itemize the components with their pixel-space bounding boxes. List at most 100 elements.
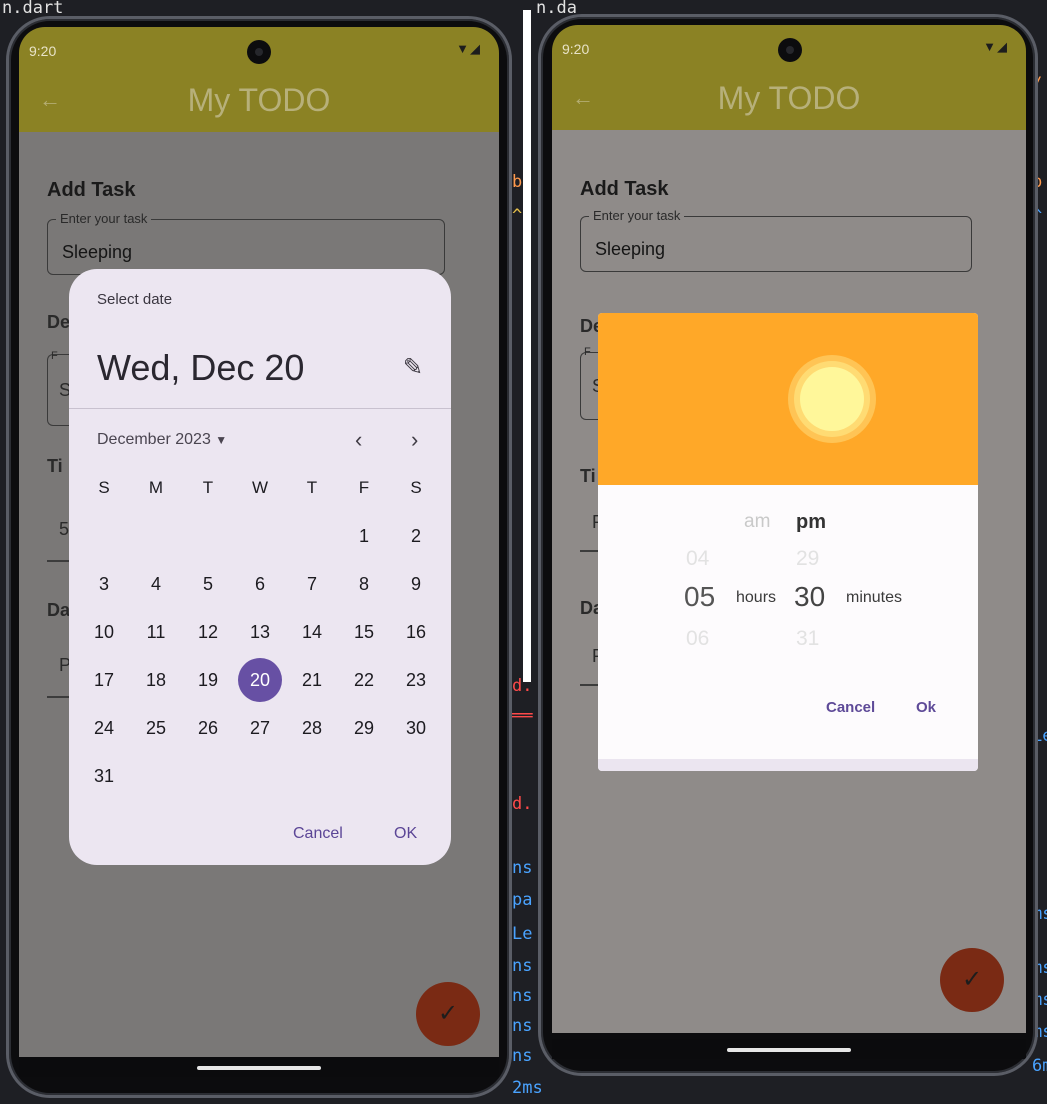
code-fragment: ══ xyxy=(512,706,533,726)
edit-pencil-icon[interactable]: ✎ xyxy=(403,353,423,382)
calendar-day[interactable]: 6 xyxy=(234,560,286,608)
time-cancel-button[interactable]: Cancel xyxy=(826,699,875,716)
time-ok-button[interactable]: Ok xyxy=(916,699,936,716)
calendar-day[interactable]: 27 xyxy=(234,704,286,752)
signal-icon: ▼◢ xyxy=(456,41,481,56)
calendar-day[interactable]: 1 xyxy=(338,512,390,560)
weekday-header: S xyxy=(98,478,110,497)
calendar-day[interactable]: 3 xyxy=(78,560,130,608)
check-icon: ✓ xyxy=(437,1000,459,1027)
nav-bar xyxy=(19,1057,499,1077)
date-ok-button[interactable]: OK xyxy=(394,825,417,843)
calendar-day[interactable]: 13 xyxy=(234,608,286,656)
calendar-day[interactable]: 8 xyxy=(338,560,390,608)
screen-left: 9:20 ▼◢ ← My TODO Add Task Enter your ta… xyxy=(19,27,499,1077)
time-title-partial: Ti xyxy=(47,456,63,476)
calendar-day[interactable]: 11 xyxy=(130,608,182,656)
task-input[interactable]: Enter your task Sleeping xyxy=(580,208,972,272)
hours-label: hours xyxy=(736,589,777,606)
code-fragment: pa xyxy=(512,890,533,910)
calendar-day[interactable]: 10 xyxy=(78,608,130,656)
time-field-underline xyxy=(47,560,69,562)
calendar-day[interactable]: 14 xyxy=(286,608,338,656)
calendar-day[interactable]: 28 xyxy=(286,704,338,752)
weekday-header: W xyxy=(251,478,269,497)
hour-selected[interactable]: 05 xyxy=(684,581,715,613)
am-option[interactable]: am xyxy=(744,511,770,533)
date-title-partial: Da xyxy=(47,600,71,620)
time-picker-bottom-strip xyxy=(598,759,978,771)
pm-option[interactable]: pm xyxy=(796,511,826,534)
selected-date-display: Wed, Dec 20 xyxy=(97,347,305,388)
month-year-selector[interactable]: December 2023 ▼ xyxy=(97,431,227,449)
home-indicator[interactable] xyxy=(197,1066,321,1070)
home-indicator[interactable] xyxy=(727,1048,851,1052)
save-task-button[interactable]: ✓ xyxy=(416,982,480,1046)
nav-bar xyxy=(552,1039,1026,1059)
weekday-header: T xyxy=(202,478,214,497)
code-fragment: d. xyxy=(512,794,533,814)
calendar-day[interactable]: 25 xyxy=(130,704,182,752)
app-bar: 9:20 ▼◢ ← My TODO xyxy=(19,27,499,132)
calendar-day-selected[interactable]: 20 xyxy=(234,656,286,704)
description-label-partial: F xyxy=(51,350,58,362)
time-picker-dialog: am pm 04 29 05 hours 30 minutes 06 31 Ca… xyxy=(598,313,978,771)
code-fragment: ns xyxy=(512,858,533,878)
code-fragment: ns xyxy=(512,986,533,1006)
screenshot-divider xyxy=(523,10,531,682)
save-task-button[interactable]: ✓ xyxy=(940,948,1004,1012)
code-fragment: Le xyxy=(512,924,533,944)
date-picker-header-label: Select date xyxy=(97,291,173,308)
minute-prev[interactable]: 29 xyxy=(796,547,819,571)
dropdown-arrow-icon: ▼ xyxy=(215,433,228,447)
date-field-underline xyxy=(47,696,69,698)
description-title-partial: De xyxy=(47,312,71,332)
hour-prev[interactable]: 04 xyxy=(686,547,709,571)
code-fragment: 6ms xyxy=(1032,1056,1047,1076)
app-bar: 9:20 ▼◢ ← My TODO xyxy=(552,25,1026,130)
app-title: My TODO xyxy=(187,82,331,118)
task-input-label: Enter your task xyxy=(56,211,152,226)
calendar-day[interactable]: 2 xyxy=(390,512,442,560)
app-title: My TODO xyxy=(717,80,861,116)
weekday-header: F xyxy=(358,478,370,497)
minute-next[interactable]: 31 xyxy=(796,627,819,651)
calendar-day[interactable]: 17 xyxy=(78,656,130,704)
weekday-header: M xyxy=(148,478,164,497)
sun-icon xyxy=(800,367,864,431)
calendar-day[interactable]: 29 xyxy=(338,704,390,752)
calendar-day[interactable]: 9 xyxy=(390,560,442,608)
hour-next[interactable]: 06 xyxy=(686,627,709,651)
calendar-day[interactable]: 23 xyxy=(390,656,442,704)
previous-month-chevron-icon[interactable]: ‹ xyxy=(355,427,362,453)
status-time: 9:20 xyxy=(29,43,57,59)
calendar-day[interactable]: 22 xyxy=(338,656,390,704)
calendar-day[interactable]: 5 xyxy=(182,560,234,608)
calendar-day[interactable]: 16 xyxy=(390,608,442,656)
date-cancel-button[interactable]: Cancel xyxy=(293,825,343,843)
calendar-day[interactable]: 30 xyxy=(390,704,442,752)
calendar-day[interactable]: 15 xyxy=(338,608,390,656)
time-picker-header xyxy=(598,313,978,485)
calendar-day[interactable]: 4 xyxy=(130,560,182,608)
calendar-day[interactable]: 31 xyxy=(78,752,130,800)
calendar-day[interactable]: 26 xyxy=(182,704,234,752)
calendar-day[interactable]: 21 xyxy=(286,656,338,704)
phone-left: 9:20 ▼◢ ← My TODO Add Task Enter your ta… xyxy=(6,16,512,1098)
next-month-chevron-icon[interactable]: › xyxy=(411,427,418,453)
minute-selected[interactable]: 30 xyxy=(794,581,825,613)
phone-right: 9:20 ▼◢ ← My TODO Add Task Enter your ta… xyxy=(538,14,1038,1076)
weekday-header: T xyxy=(306,478,318,497)
time-title-partial: Ti xyxy=(580,466,596,486)
section-title: Add Task xyxy=(47,179,136,201)
calendar-day[interactable]: 7 xyxy=(286,560,338,608)
task-input[interactable]: Enter your task Sleeping xyxy=(47,211,445,275)
weekday-header: S xyxy=(410,478,422,497)
calendar-day[interactable]: 24 xyxy=(78,704,130,752)
calendar-day[interactable]: 18 xyxy=(130,656,182,704)
task-input-value: Sleeping xyxy=(595,239,666,259)
task-input-label: Enter your task xyxy=(589,208,685,223)
date-picker-divider xyxy=(69,408,451,409)
calendar-day[interactable]: 19 xyxy=(182,656,234,704)
calendar-day[interactable]: 12 xyxy=(182,608,234,656)
